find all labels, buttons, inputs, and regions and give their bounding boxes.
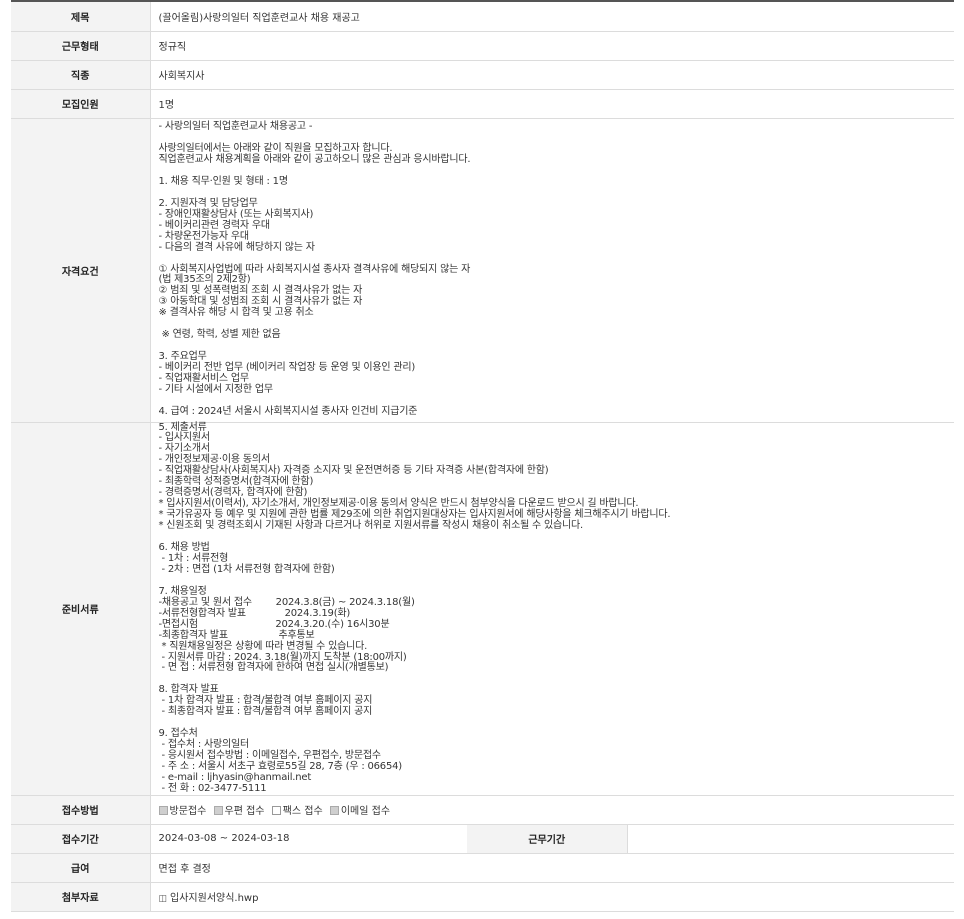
option-email[interactable]: 이메일 접수: [329, 806, 390, 817]
value-salary: 면접 후 결정: [149, 853, 955, 883]
row-attachment: 첨부자료 ◫ 입사지원서양식.hwp: [11, 882, 955, 912]
checkbox-mail[interactable]: [213, 806, 223, 816]
row-method: 접수방법 방문접수 우편 접수 팩스 접수 이메일 접수: [11, 795, 955, 825]
label-attachment: 첨부자료: [11, 882, 150, 912]
row-documents: 준비서류 5. 제출서류 - 입사지원서 - 자기소개서 - 개인정보제공·이용…: [11, 422, 955, 796]
label-documents: 준비서류: [11, 422, 150, 796]
row-salary: 급여 면접 후 결정: [11, 853, 955, 883]
value-period: 2024-03-08 ~ 2024-03-18: [149, 824, 467, 854]
value-qualification: - 사랑의일터 직업훈련교사 채용공고 - 사랑의일터에서는 아래와 같이 직원…: [149, 118, 955, 423]
value-documents: 5. 제출서류 - 입사지원서 - 자기소개서 - 개인정보제공·이용 동의서 …: [149, 422, 955, 796]
job-posting-table: 제목 (끌어올림)사랑의일터 직업훈련교사 채용 재공고 근무형태 정규직 직종…: [11, 0, 955, 912]
row-qualification: 자격요건 - 사랑의일터 직업훈련교사 채용공고 - 사랑의일터에서는 아래와 …: [11, 118, 955, 423]
row-title: 제목 (끌어올림)사랑의일터 직업훈련교사 채용 재공고: [11, 1, 955, 32]
option-mail[interactable]: 우편 접수: [213, 806, 264, 817]
row-headcount: 모집인원 1명: [11, 89, 955, 119]
value-occupation: 사회복지사: [149, 60, 955, 90]
label-period: 접수기간: [11, 824, 150, 854]
checkbox-visit[interactable]: [158, 806, 168, 816]
value-work-type: 정규직: [149, 31, 955, 61]
value-title: (끌어올림)사랑의일터 직업훈련교사 채용 재공고: [149, 1, 955, 32]
label-salary: 급여: [11, 853, 150, 883]
label-occupation: 직종: [11, 60, 150, 90]
row-work-type: 근무형태 정규직: [11, 31, 955, 61]
row-occupation: 직종 사회복지사: [11, 60, 955, 90]
checkbox-fax[interactable]: [271, 806, 281, 816]
value-method: 방문접수 우편 접수 팩스 접수 이메일 접수: [149, 795, 955, 825]
value-attachment: ◫ 입사지원서양식.hwp: [149, 882, 955, 912]
label-qualification: 자격요건: [11, 118, 150, 423]
label-headcount: 모집인원: [11, 89, 150, 119]
option-fax[interactable]: 팩스 접수: [271, 806, 323, 817]
checkbox-email[interactable]: [329, 806, 339, 816]
attachment-icon: ◫: [158, 894, 168, 905]
attachment-link[interactable]: 입사지원서양식.hwp: [170, 893, 258, 904]
label-work-type: 근무형태: [11, 31, 150, 61]
row-period: 접수기간 2024-03-08 ~ 2024-03-18 근무기간: [11, 824, 955, 854]
value-headcount: 1명: [149, 89, 955, 119]
option-visit[interactable]: 방문접수: [158, 806, 206, 817]
label-method: 접수방법: [11, 795, 150, 825]
label-work-period: 근무기간: [467, 824, 627, 854]
label-title: 제목: [11, 1, 150, 32]
value-work-period: [626, 824, 955, 854]
